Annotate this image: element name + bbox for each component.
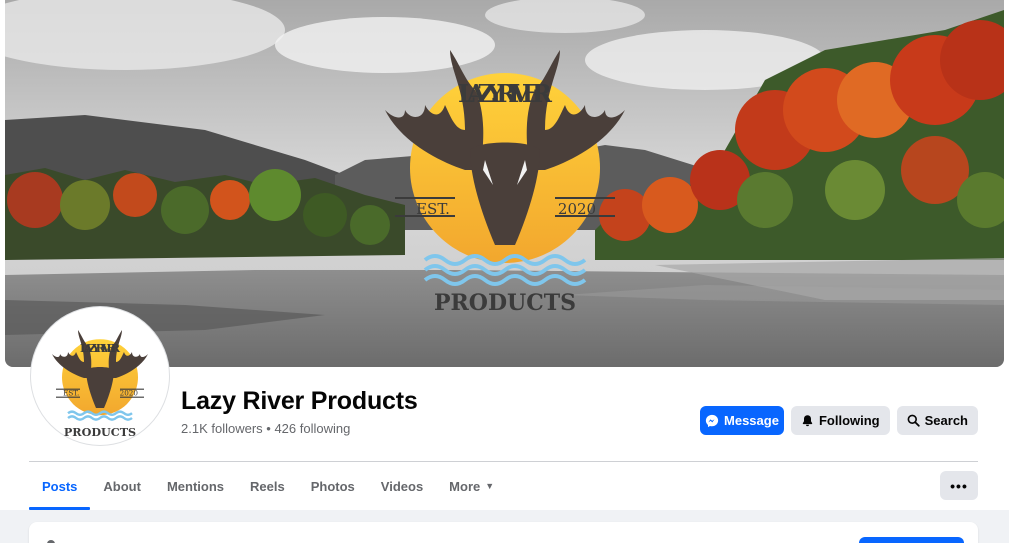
avatar-logo-title: LAZY RIVER [80,341,121,355]
tab-videos[interactable]: Videos [368,462,436,510]
cover-logo-est-left: EST. [416,200,450,218]
tab-more-label: More [449,478,481,494]
messenger-icon [705,414,719,427]
tab-photos[interactable]: Photos [298,462,368,510]
tab-mentions[interactable]: Mentions [154,462,237,510]
tab-about[interactable]: About [90,462,154,510]
tab-more[interactable]: More ▼ [436,462,507,510]
stats-separator: • [262,421,275,436]
search-icon [907,414,920,427]
tab-posts-label: Posts [42,478,78,494]
tab-mentions-label: Mentions [166,478,225,494]
search-button-label: Search [924,413,968,428]
followers-link[interactable]: 2.1K followers [181,421,263,436]
cover-logo-title: LAZY RIVER [458,79,553,108]
more-options-button[interactable]: ••• [940,471,978,500]
profile-avatar[interactable]: EST. 2020 LAZY RIVER PRODUCTS [31,307,169,445]
avatar-logo-bottom: PRODUCTS [64,425,136,439]
profile-tabs: Posts About Mentions Reels Photos Videos… [29,462,507,510]
feed-card-action-button[interactable] [859,537,964,543]
tab-about-label: About [103,478,141,494]
bell-icon [802,415,813,427]
profile-stats: 2.1K followers • 426 following [181,421,350,436]
following-button-label: Following [818,413,880,428]
page-title: Lazy River Products [181,387,418,415]
tab-posts[interactable]: Posts [29,462,91,510]
search-button[interactable]: Search [896,406,978,435]
more-options-label: ••• [950,477,968,494]
cover-logo-est-right: 2020 [558,200,596,218]
following-button[interactable]: Following [790,406,890,435]
tab-videos-label: Videos [380,478,424,494]
tab-reels-label: Reels [250,478,285,494]
message-button-label: Message [724,413,779,428]
following-link[interactable]: 426 following [274,421,350,436]
profile-actions: Message Following Search [699,406,978,435]
message-button[interactable]: Message [699,406,784,435]
avatar-logo-est-left: EST. [63,389,79,398]
cover-logo-bottom: PRODUCTS [434,290,576,316]
tab-photos-label: Photos [310,478,355,494]
avatar-logo-est-right: 2020 [120,389,139,398]
feed-card [29,522,978,543]
caret-down-icon: ▼ [485,481,495,491]
tab-reels[interactable]: Reels [237,462,298,510]
